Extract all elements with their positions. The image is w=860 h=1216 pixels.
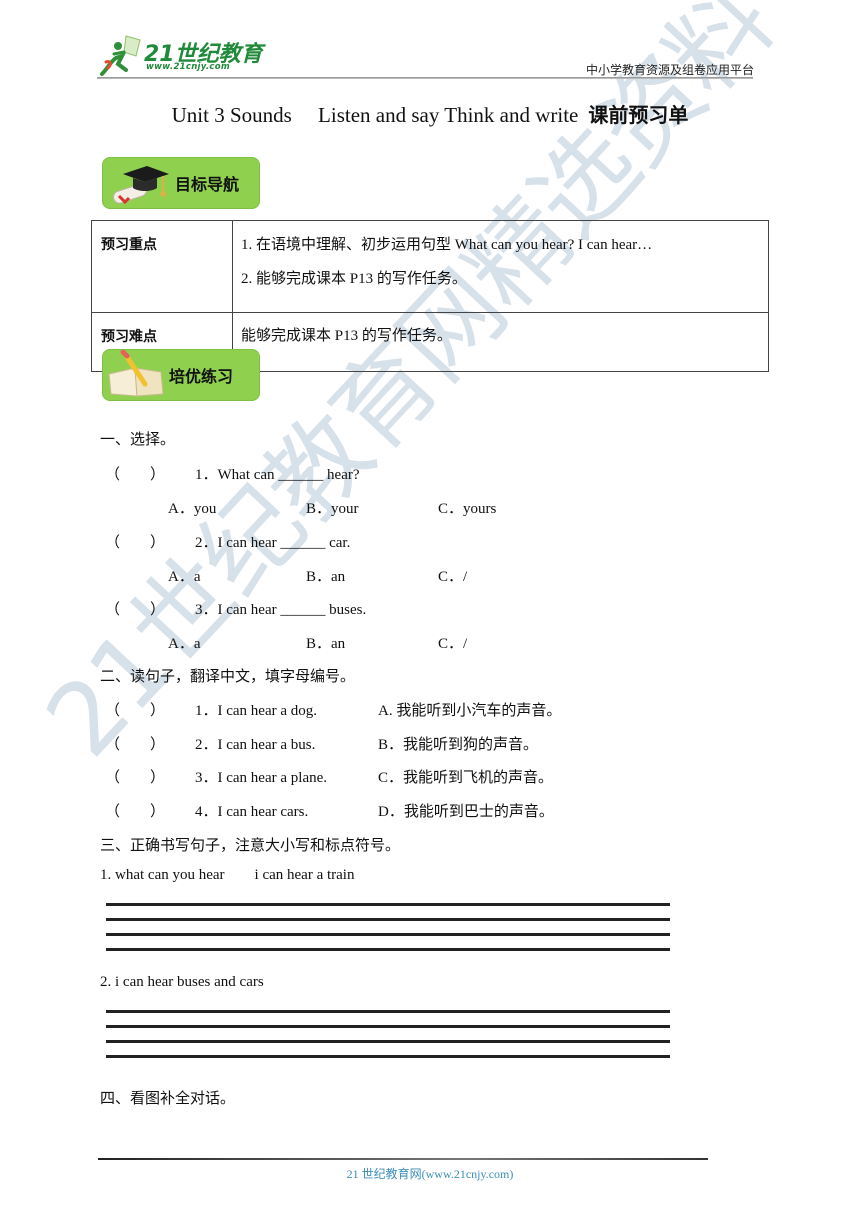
answer-blank[interactable]: （ ） — [105, 800, 165, 821]
site-logo[interactable]: 21世纪教育 www.21cnjy.com — [96, 34, 263, 78]
question-text: 3．I can hear ______ buses. — [195, 602, 367, 618]
content-line: 2. 能够完成课本 P13 的写作任务。 — [241, 271, 467, 287]
question-text: 2．I can hear ______ car. — [195, 535, 351, 551]
translation-option: B．我能听到狗的声音。 — [378, 737, 539, 753]
option-a: A．you — [168, 501, 217, 517]
section4-title: 四、看图补全对话。 — [100, 1091, 236, 1107]
writing-line — [106, 1055, 670, 1058]
writing-line — [106, 1040, 670, 1043]
title-english: Unit 3 Sounds Listen and say Think and w… — [171, 103, 579, 127]
title-chinese: 课前预习单 — [588, 103, 689, 127]
goal-nav-label: 目标导航 — [175, 175, 240, 194]
answer-blank[interactable]: （ ） — [105, 598, 165, 619]
option-c: C．/ — [438, 636, 468, 652]
translation-option: C．我能听到飞机的声音。 — [378, 770, 554, 786]
platform-tagline: 中小学教育资源及组卷应用平台 — [585, 63, 754, 77]
answer-blank[interactable]: （ ） — [105, 463, 165, 484]
sentence-text: 2．I can hear a bus. — [195, 737, 316, 753]
writing-prompt: 2. i can hear buses and cars — [100, 974, 264, 990]
writing-line — [106, 903, 670, 906]
row-header: 预习重点 — [91, 220, 233, 313]
practice-badge: 培优练习 — [102, 349, 260, 401]
goal-nav-badge: 目标导航 — [102, 157, 260, 209]
sentence-text: 3．I can hear a plane. — [195, 770, 328, 786]
content-line: 能够完成课本 P13 的写作任务。 — [241, 328, 452, 344]
page-title: Unit 3 Sounds Listen and say Think and w… — [0, 99, 860, 128]
footer-divider — [98, 1158, 708, 1160]
answer-blank[interactable]: （ ） — [105, 733, 165, 754]
sentence-text: 1．I can hear a dog. — [195, 703, 318, 719]
writing-line — [106, 933, 670, 936]
section1-title: 一、选择。 — [100, 432, 176, 448]
row-content: 1. 在语境中理解、初步运用句型 What can you hear? I ca… — [232, 220, 769, 313]
logo-url: www.21cnjy.com — [146, 62, 230, 72]
option-c: C．yours — [438, 501, 497, 517]
question-text: 1．What can ______ hear? — [195, 467, 360, 483]
translation-option: A. 我能听到小汽车的声音。 — [378, 703, 562, 719]
writing-line — [106, 1025, 670, 1028]
option-a: A．a — [168, 636, 201, 652]
writing-line — [106, 918, 670, 921]
answer-blank[interactable]: （ ） — [105, 699, 165, 720]
option-b: B．an — [306, 636, 346, 652]
option-c: C．/ — [438, 569, 468, 585]
footer-link[interactable]: 21 世纪教育网(www.21cnjy.com) — [0, 1165, 860, 1182]
table-row: 预习重点 1. 在语境中理解、初步运用句型 What can you hear?… — [91, 220, 769, 313]
header-divider — [97, 77, 753, 79]
answer-blank[interactable]: （ ） — [105, 766, 165, 787]
writing-lines[interactable] — [106, 1010, 670, 1070]
sentence-text: 4．I can hear cars. — [195, 804, 309, 820]
translation-option: D．我能听到巴士的声音。 — [378, 804, 554, 820]
section3-title: 三、正确书写句子，注意大小写和标点符号。 — [100, 838, 401, 854]
option-b: B．an — [306, 569, 346, 585]
answer-blank[interactable]: （ ） — [105, 531, 165, 552]
section2-title: 二、读句子，翻译中文，填字母编号。 — [100, 669, 356, 685]
writing-prompt: 1. what can you hear i can hear a train — [100, 867, 355, 883]
option-a: A．a — [168, 569, 201, 585]
writing-line — [106, 1010, 670, 1013]
book-pencil-icon — [108, 350, 164, 397]
graduation-cap-icon — [112, 166, 169, 205]
writing-line — [106, 948, 670, 951]
writing-lines[interactable] — [106, 903, 670, 963]
practice-label: 培优练习 — [169, 367, 234, 386]
runner-icon — [100, 35, 141, 76]
content-line: 1. 在语境中理解、初步运用句型 What can you hear? I ca… — [241, 237, 653, 253]
row-content: 能够完成课本 P13 的写作任务。 — [232, 312, 769, 372]
option-b: B．your — [306, 501, 359, 517]
